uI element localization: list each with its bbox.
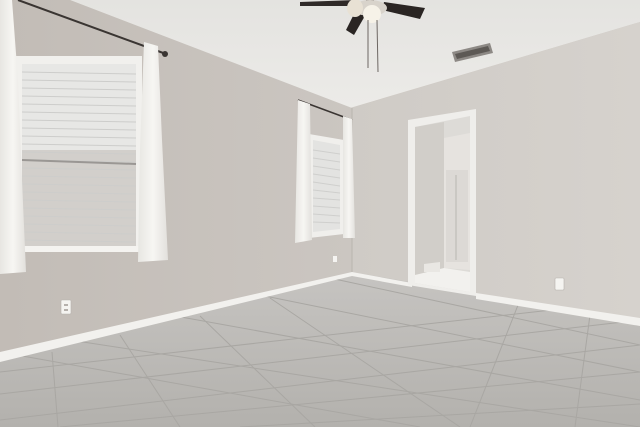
left-window bbox=[16, 56, 142, 252]
electrical-outlet-right bbox=[554, 277, 565, 291]
bathroom-doorway bbox=[408, 109, 476, 296]
far-window bbox=[309, 134, 344, 238]
room-scene bbox=[0, 0, 640, 427]
room-illustration bbox=[0, 0, 640, 427]
electrical-outlet-left bbox=[60, 299, 72, 315]
wall-switch-small bbox=[333, 256, 337, 262]
